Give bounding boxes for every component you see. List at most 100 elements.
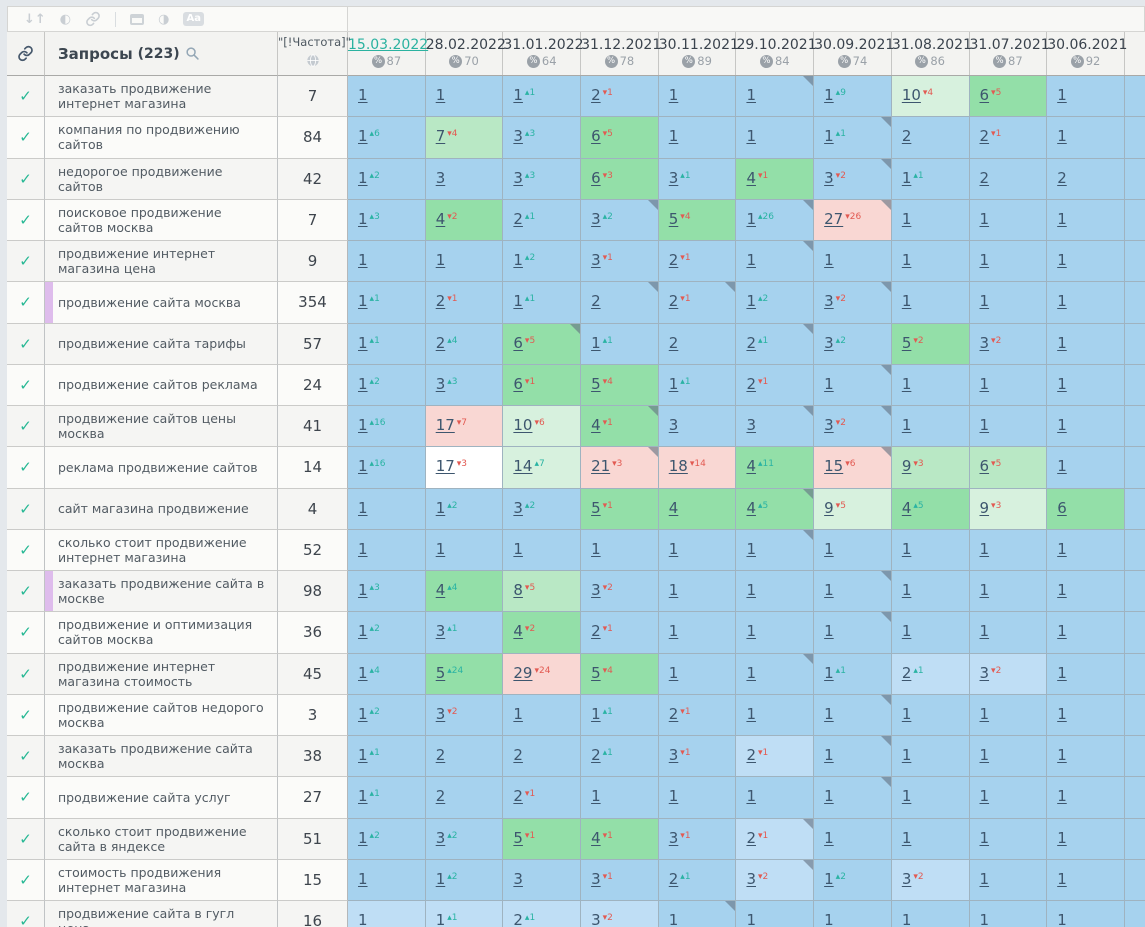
- position-link[interactable]: 1: [1057, 787, 1067, 805]
- position-link[interactable]: 1: [1057, 664, 1067, 682]
- date-link[interactable]: 15.03.2022: [348, 37, 425, 53]
- position-link[interactable]: 1: [358, 169, 368, 187]
- date-link[interactable]: 30.11.2021: [659, 37, 736, 53]
- position-link[interactable]: 3: [513, 169, 523, 187]
- position-link[interactable]: 3: [746, 416, 756, 434]
- position-link[interactable]: 2: [591, 86, 601, 104]
- position-link[interactable]: 29: [513, 664, 532, 682]
- position-link[interactable]: 2: [746, 375, 756, 393]
- position-link[interactable]: 1: [980, 829, 990, 847]
- position-link[interactable]: 4: [591, 416, 601, 434]
- position-link[interactable]: 1: [358, 829, 368, 847]
- position-link[interactable]: 1: [980, 540, 990, 558]
- keyword-checkbox[interactable]: ✓: [7, 117, 45, 158]
- position-link[interactable]: 15: [824, 457, 843, 475]
- position-link[interactable]: 1: [980, 581, 990, 599]
- position-link[interactable]: 2: [513, 787, 523, 805]
- position-link[interactable]: 3: [513, 127, 523, 145]
- position-link[interactable]: 2: [746, 334, 756, 352]
- keyword-cell[interactable]: продвижение сайтов цены москва: [45, 406, 278, 447]
- position-link[interactable]: 1: [358, 540, 368, 558]
- keyword-cell[interactable]: сколько стоит продвижение интернет магаз…: [45, 530, 278, 571]
- date-link[interactable]: 31.01.2022: [503, 37, 580, 53]
- keyword-checkbox[interactable]: ✓: [7, 159, 45, 200]
- position-link[interactable]: 1: [669, 787, 679, 805]
- keyword-checkbox[interactable]: ✓: [7, 447, 45, 488]
- keyword-checkbox[interactable]: ✓: [7, 819, 45, 860]
- date-column-header[interactable]: 31.08.2021 % 86: [892, 32, 970, 75]
- position-link[interactable]: 1: [436, 540, 446, 558]
- position-link[interactable]: 1: [980, 705, 990, 723]
- position-link[interactable]: 1: [746, 292, 756, 310]
- position-link[interactable]: 1: [1057, 911, 1067, 927]
- position-link[interactable]: 6: [1057, 499, 1067, 517]
- keyword-checkbox[interactable]: ✓: [7, 489, 45, 530]
- position-link[interactable]: 1: [746, 86, 756, 104]
- position-link[interactable]: 1: [1057, 746, 1067, 764]
- position-link[interactable]: 1: [1057, 375, 1067, 393]
- position-link[interactable]: 2: [1057, 169, 1067, 187]
- position-link[interactable]: 1: [902, 169, 912, 187]
- date-column-header[interactable]: 28.02.2022 % 70: [426, 32, 504, 75]
- position-link[interactable]: 1: [824, 664, 834, 682]
- position-link[interactable]: 1: [358, 622, 368, 640]
- position-link[interactable]: 1: [358, 210, 368, 228]
- position-link[interactable]: 2: [513, 911, 523, 927]
- position-link[interactable]: 1: [824, 375, 834, 393]
- position-link[interactable]: 1: [980, 416, 990, 434]
- position-link[interactable]: 3: [436, 829, 446, 847]
- position-link[interactable]: 5: [902, 334, 912, 352]
- keyword-checkbox[interactable]: ✓: [7, 654, 45, 695]
- date-column-header[interactable]: 31.01.2022 % 64: [503, 32, 581, 75]
- position-link[interactable]: 3: [436, 622, 446, 640]
- position-link[interactable]: 3: [591, 581, 601, 599]
- keyword-checkbox[interactable]: ✓: [7, 901, 45, 927]
- position-link[interactable]: 10: [513, 416, 532, 434]
- position-link[interactable]: 3: [591, 870, 601, 888]
- position-link[interactable]: 3: [669, 416, 679, 434]
- position-link[interactable]: 1: [513, 86, 523, 104]
- position-link[interactable]: 1: [669, 127, 679, 145]
- position-link[interactable]: 2: [746, 746, 756, 764]
- position-link[interactable]: 1: [746, 787, 756, 805]
- position-link[interactable]: 2: [513, 746, 523, 764]
- position-link[interactable]: 1: [1057, 540, 1067, 558]
- keyword-cell[interactable]: реклама продвижение сайтов: [45, 447, 278, 488]
- keyword-cell[interactable]: продвижение сайтов недорого москва: [45, 695, 278, 736]
- position-link[interactable]: 1: [436, 870, 446, 888]
- date-link[interactable]: 28.02.2022: [426, 37, 503, 53]
- position-link[interactable]: 3: [902, 870, 912, 888]
- position-link[interactable]: 1: [358, 664, 368, 682]
- position-link[interactable]: 1: [669, 581, 679, 599]
- keyword-checkbox[interactable]: ✓: [7, 241, 45, 282]
- position-link[interactable]: 2: [669, 334, 679, 352]
- position-link[interactable]: 1: [824, 622, 834, 640]
- keyword-cell[interactable]: заказать продвижение сайта москва: [45, 736, 278, 777]
- position-link[interactable]: 1: [980, 210, 990, 228]
- position-link[interactable]: 3: [436, 169, 446, 187]
- sort-icon[interactable]: ↓↑: [24, 13, 46, 26]
- position-link[interactable]: 1: [1057, 705, 1067, 723]
- position-link[interactable]: 14: [513, 457, 532, 475]
- position-link[interactable]: 1: [358, 334, 368, 352]
- position-link[interactable]: 1: [358, 86, 368, 104]
- keyword-checkbox[interactable]: ✓: [7, 324, 45, 365]
- link-column-header[interactable]: [7, 32, 45, 76]
- position-link[interactable]: 2: [669, 705, 679, 723]
- position-link[interactable]: 8: [513, 581, 523, 599]
- position-link[interactable]: 1: [902, 787, 912, 805]
- date-column-header[interactable]: 30.06.2021 % 92: [1047, 32, 1125, 75]
- position-link[interactable]: 2: [669, 251, 679, 269]
- position-link[interactable]: 1: [824, 581, 834, 599]
- keyword-checkbox[interactable]: ✓: [7, 200, 45, 241]
- position-link[interactable]: 1: [669, 911, 679, 927]
- date-column-header[interactable]: 29.10.2021 % 84: [736, 32, 814, 75]
- keyword-checkbox[interactable]: ✓: [7, 612, 45, 653]
- position-link[interactable]: 1: [746, 911, 756, 927]
- position-link[interactable]: 5: [591, 499, 601, 517]
- keyword-checkbox[interactable]: ✓: [7, 860, 45, 901]
- keyword-cell[interactable]: сколько стоит продвижение сайта в яндекс…: [45, 819, 278, 860]
- panel-view-icon[interactable]: [130, 14, 144, 25]
- date-link[interactable]: 31.12.2021: [581, 37, 658, 53]
- position-link[interactable]: 1: [358, 705, 368, 723]
